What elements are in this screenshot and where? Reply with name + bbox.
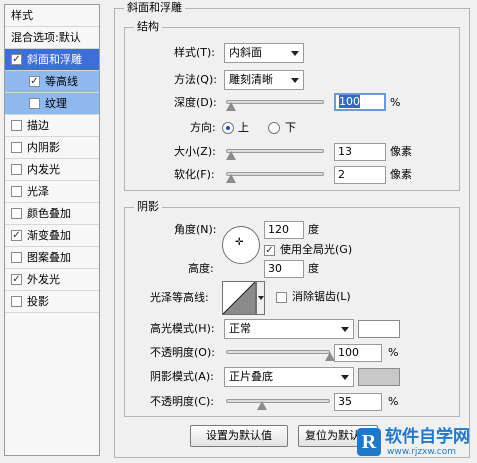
- style-item-inner-shadow[interactable]: 内阴影: [5, 137, 99, 159]
- size-input[interactable]: 13: [334, 143, 386, 161]
- method-select[interactable]: 雕刻清晰: [224, 70, 304, 90]
- size-label: 大小(Z):: [174, 145, 216, 158]
- opacity1-unit: %: [388, 346, 399, 359]
- angle-label: 角度(N):: [174, 223, 217, 236]
- style-select[interactable]: 内斜面: [224, 43, 304, 63]
- checkbox-inner-shadow[interactable]: [11, 142, 22, 153]
- watermark-url: www.rjzxw.com: [387, 447, 456, 457]
- gloss-contour-dropdown[interactable]: [256, 281, 265, 315]
- chevron-down-icon: [291, 51, 299, 56]
- soften-input[interactable]: 2: [334, 166, 386, 184]
- direction-down-label: 下: [285, 121, 296, 134]
- shadow-color-swatch[interactable]: [358, 368, 400, 386]
- soften-unit: 像素: [390, 168, 412, 181]
- direction-label: 方向:: [190, 121, 216, 134]
- global-light-label: 使用全局光(G): [280, 243, 353, 256]
- depth-input[interactable]: 100: [334, 93, 386, 111]
- size-slider[interactable]: [226, 149, 324, 153]
- checkbox-color-overlay[interactable]: [11, 208, 22, 219]
- highlight-mode-label: 高光模式(H):: [150, 322, 215, 335]
- angle-dial[interactable]: ✛: [222, 226, 260, 264]
- checkbox-inner-glow[interactable]: [11, 164, 22, 175]
- style-item-contour[interactable]: ✓ 等高线: [5, 71, 99, 93]
- style-item-outer-glow[interactable]: ✓ 外发光: [5, 269, 99, 291]
- gloss-contour-preview[interactable]: [222, 281, 256, 315]
- structure-title: 结构: [134, 20, 162, 34]
- depth-slider[interactable]: [226, 100, 324, 104]
- soften-slider-handle[interactable]: [225, 174, 236, 183]
- direction-up-label: 上: [238, 121, 249, 134]
- checkbox-gradient-overlay[interactable]: ✓: [11, 230, 22, 241]
- opacity1-input[interactable]: 100: [334, 344, 382, 362]
- blend-options-item[interactable]: 混合选项:默认: [5, 27, 99, 49]
- highlight-mode-select[interactable]: 正常: [224, 319, 354, 339]
- style-label: 样式(T):: [174, 46, 216, 59]
- opacity2-slider[interactable]: [226, 399, 330, 403]
- crosshair-icon: ✛: [235, 237, 244, 248]
- make-default-button[interactable]: 设置为默认值: [190, 425, 288, 447]
- global-light-checkbox[interactable]: ✓: [264, 245, 275, 256]
- style-item-stroke[interactable]: 描边: [5, 115, 99, 137]
- opacity2-slider-handle[interactable]: [257, 401, 268, 410]
- checkbox-drop-shadow[interactable]: [11, 296, 22, 307]
- checkbox-outer-glow[interactable]: ✓: [11, 274, 22, 285]
- chevron-down-icon: [341, 327, 349, 332]
- contour-linear-icon: [222, 281, 256, 315]
- gloss-contour-label: 光泽等高线:: [150, 291, 209, 304]
- style-item-pattern-overlay[interactable]: 图案叠加: [5, 247, 99, 269]
- opacity2-label: 不透明度(C):: [150, 395, 214, 408]
- depth-slider-handle[interactable]: [225, 102, 236, 111]
- opacity2-unit: %: [388, 395, 399, 408]
- opacity1-label: 不透明度(O):: [150, 346, 215, 359]
- style-item-gradient-overlay[interactable]: ✓ 渐变叠加: [5, 225, 99, 247]
- direction-down-radio[interactable]: [268, 122, 280, 134]
- chevron-down-icon: [291, 78, 299, 83]
- checkbox-bevel-emboss[interactable]: ✓: [11, 54, 22, 65]
- altitude-unit: 度: [308, 262, 319, 275]
- chevron-down-icon: [341, 375, 349, 380]
- antialias-label: 消除锯齿(L): [292, 290, 351, 303]
- style-item-inner-glow[interactable]: 内发光: [5, 159, 99, 181]
- watermark-logo: R 软件自学网 www.rjzxw.com: [357, 426, 475, 460]
- checkbox-pattern-overlay[interactable]: [11, 252, 22, 263]
- watermark-brand: 软件自学网: [385, 427, 470, 447]
- checkbox-contour[interactable]: ✓: [29, 76, 40, 87]
- altitude-label: 高度:: [188, 262, 214, 275]
- checkbox-stroke[interactable]: [11, 120, 22, 131]
- angle-unit: 度: [308, 223, 319, 236]
- antialias-checkbox[interactable]: [276, 292, 287, 303]
- style-list-header: 样式: [5, 5, 99, 27]
- style-item-bevel-emboss[interactable]: ✓ 斜面和浮雕: [5, 49, 99, 71]
- soften-slider[interactable]: [226, 172, 324, 176]
- altitude-input[interactable]: 30: [264, 260, 304, 278]
- soften-label: 软化(F):: [174, 168, 215, 181]
- shading-title: 阴影: [134, 200, 162, 214]
- panel-title: 斜面和浮雕: [124, 1, 185, 15]
- opacity1-slider[interactable]: [226, 350, 330, 354]
- angle-input[interactable]: 120: [264, 221, 304, 239]
- shadow-mode-select[interactable]: 正片叠底: [224, 367, 354, 387]
- chevron-down-icon: [258, 296, 264, 300]
- depth-unit: %: [390, 96, 401, 109]
- method-label: 方法(Q):: [174, 73, 217, 86]
- opacity2-input[interactable]: 35: [334, 393, 382, 411]
- size-unit: 像素: [390, 145, 412, 158]
- shadow-mode-label: 阴影模式(A):: [150, 370, 214, 383]
- size-slider-handle[interactable]: [225, 151, 236, 160]
- checkbox-texture[interactable]: [29, 98, 40, 109]
- direction-up-radio[interactable]: [222, 122, 234, 134]
- style-item-color-overlay[interactable]: 颜色叠加: [5, 203, 99, 225]
- style-item-satin[interactable]: 光泽: [5, 181, 99, 203]
- style-list: 样式 混合选项:默认 ✓ 斜面和浮雕 ✓ 等高线 纹理 描边 内阴影 内发光 光…: [4, 4, 100, 456]
- highlight-color-swatch[interactable]: [358, 320, 400, 338]
- checkbox-satin[interactable]: [11, 186, 22, 197]
- depth-label: 深度(D):: [174, 96, 217, 109]
- style-item-drop-shadow[interactable]: 投影: [5, 291, 99, 313]
- watermark-r-icon: R: [357, 428, 381, 456]
- style-item-texture[interactable]: 纹理: [5, 93, 99, 115]
